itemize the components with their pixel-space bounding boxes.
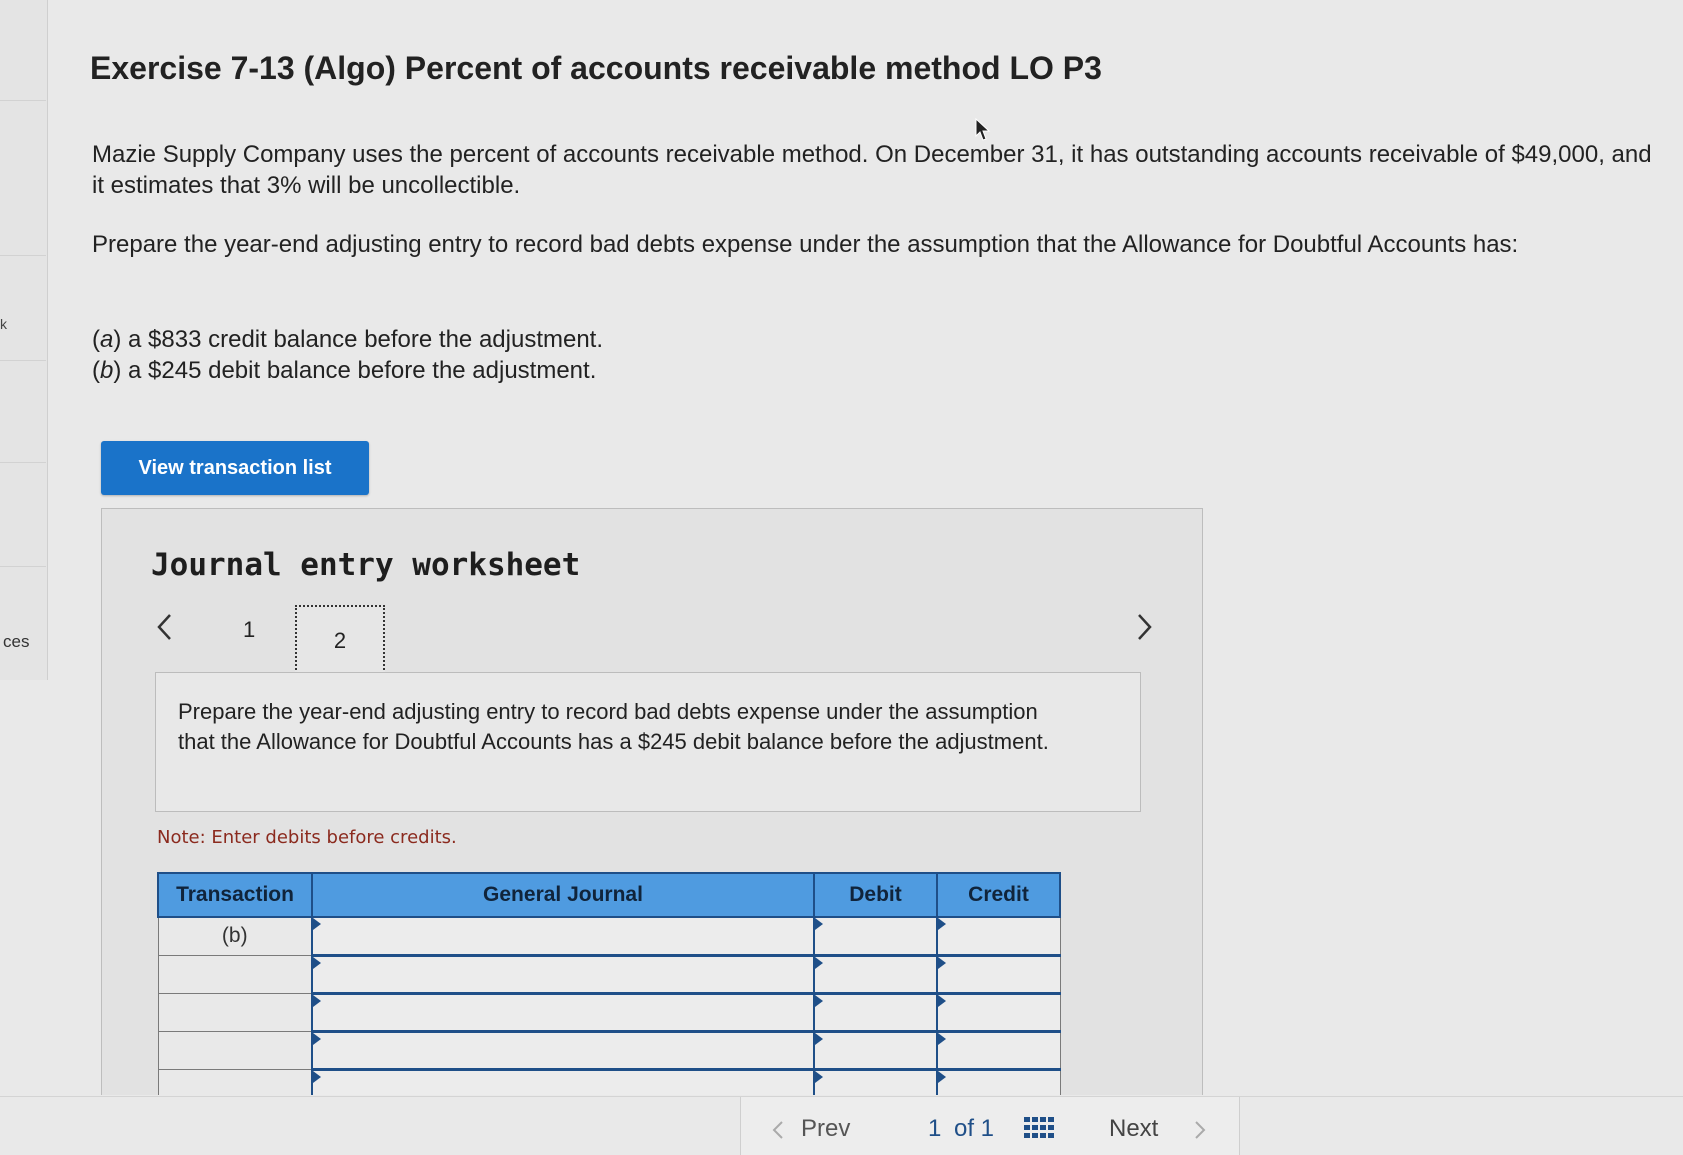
rail-tab[interactable]: [0, 462, 46, 463]
chevron-left-icon[interactable]: [771, 1119, 785, 1141]
credit-input[interactable]: [936, 1030, 1061, 1071]
transaction-cell: [157, 992, 313, 1032]
input-flag-icon: [815, 1070, 823, 1083]
header-debit: Debit: [813, 872, 938, 918]
dropdown-flag-icon: [313, 918, 321, 930]
dropdown-flag-icon: [313, 1070, 321, 1083]
entry-note: Note: Enter debits before credits.: [157, 827, 457, 848]
rail-tab[interactable]: [0, 100, 46, 101]
input-flag-icon: [938, 994, 946, 1007]
input-flag-icon: [815, 918, 823, 930]
account-select[interactable]: [311, 916, 815, 957]
dropdown-flag-icon: [313, 956, 321, 969]
table-row: [157, 992, 1061, 1033]
input-flag-icon: [815, 1032, 823, 1045]
step-instruction: Prepare the year-end adjusting entry to …: [178, 699, 1049, 754]
next-button[interactable]: Next: [1109, 1115, 1158, 1143]
account-select[interactable]: [311, 954, 815, 995]
header-credit: Credit: [936, 872, 1061, 918]
step-2-label: 2: [333, 628, 347, 653]
transaction-cell: [157, 1068, 313, 1095]
input-flag-icon: [938, 918, 946, 930]
left-rail: k ces: [0, 0, 48, 680]
chevron-right-icon[interactable]: [1193, 1119, 1207, 1141]
header-transaction: Transaction: [157, 872, 313, 918]
table-row: [157, 954, 1061, 995]
journal-table: Transaction General Journal Debit Credit…: [157, 872, 1061, 1095]
journal-header-row: Transaction General Journal Debit Credit: [157, 872, 1061, 918]
input-flag-icon: [815, 956, 823, 969]
page-total: of 1: [954, 1115, 995, 1142]
current-page: 1: [928, 1115, 942, 1142]
account-select[interactable]: [311, 1068, 815, 1095]
credit-input[interactable]: [936, 1068, 1061, 1095]
rail-label[interactable]: ces: [3, 632, 29, 652]
step-2-tab[interactable]: 2: [295, 605, 385, 677]
debit-input[interactable]: [813, 1068, 938, 1095]
view-transaction-list-button[interactable]: View transaction list: [101, 441, 369, 495]
worksheet-title: Journal entry worksheet: [151, 547, 581, 583]
chevron-right-icon[interactable]: [1133, 611, 1155, 643]
instruction-paragraph: Prepare the year-end adjusting entry to …: [92, 231, 1519, 258]
transaction-cell: (b): [157, 916, 313, 956]
options-list: (a) a $833 credit balance before the adj…: [92, 324, 603, 386]
input-flag-icon: [938, 1032, 946, 1045]
rail-tab[interactable]: [0, 360, 46, 361]
pagination-bar: Prev 1 of 1 Next: [740, 1097, 1240, 1155]
prev-button[interactable]: Prev: [801, 1115, 850, 1143]
transaction-cell: [157, 1030, 313, 1070]
dropdown-flag-icon: [313, 994, 321, 1007]
instruction-box: Prepare the year-end adjusting entry to …: [155, 672, 1141, 812]
table-row: (b): [157, 916, 1061, 957]
header-general-journal: General Journal: [311, 872, 815, 918]
debit-input[interactable]: [813, 1030, 938, 1071]
debit-input[interactable]: [813, 916, 938, 957]
transaction-cell: [157, 954, 313, 994]
input-flag-icon: [938, 956, 946, 969]
credit-input[interactable]: [936, 992, 1061, 1033]
debit-input[interactable]: [813, 992, 938, 1033]
debit-input[interactable]: [813, 954, 938, 995]
rail-tab[interactable]: [0, 255, 46, 256]
input-flag-icon: [815, 994, 823, 1007]
rail-mark: k: [0, 316, 7, 332]
account-select[interactable]: [311, 992, 815, 1033]
table-row: [157, 1068, 1061, 1095]
problem-paragraph: Mazie Supply Company uses the percent of…: [92, 141, 1652, 199]
step-1-tab[interactable]: 1: [243, 617, 255, 643]
cursor-arrow-icon: [975, 118, 991, 141]
option-b: (b) a $245 debit balance before the adju…: [92, 357, 597, 384]
rail-tab[interactable]: [0, 566, 46, 567]
credit-input[interactable]: [936, 954, 1061, 995]
dropdown-flag-icon: [313, 1032, 321, 1045]
input-flag-icon: [938, 1070, 946, 1083]
table-row: [157, 1030, 1061, 1071]
exercise-title: Exercise 7-13 (Algo) Percent of accounts…: [90, 50, 1102, 86]
journal-entry-worksheet: Journal entry worksheet 1 2 Prepare the …: [101, 508, 1203, 1095]
grid-icon[interactable]: [1024, 1117, 1054, 1143]
credit-input[interactable]: [936, 916, 1061, 957]
chevron-left-icon[interactable]: [154, 611, 176, 643]
account-select[interactable]: [311, 1030, 815, 1071]
option-a: (a) a $833 credit balance before the adj…: [92, 326, 604, 353]
